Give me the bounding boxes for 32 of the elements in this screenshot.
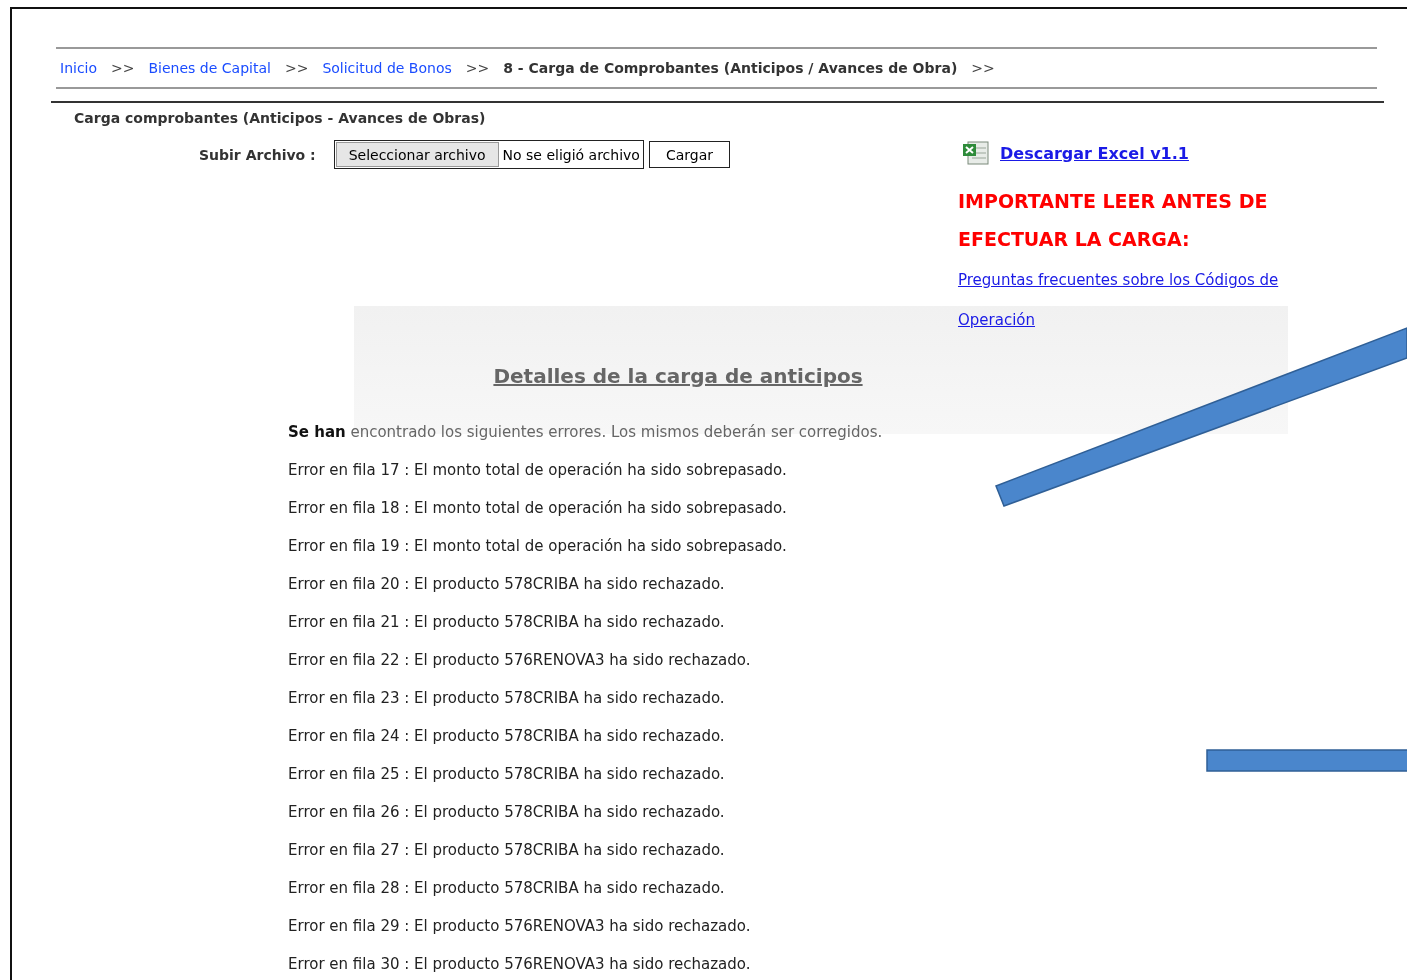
- error-message: Error en fila 19 : El monto total de operación ha sido sobrepasado.: [288, 536, 787, 557]
- error-message: Error en fila 28 : El producto 578CRIBA ha sido rechazado.: [288, 878, 725, 899]
- error-message: Error en fila 20 : El producto 578CRIBA ha sido rechazado.: [288, 574, 725, 595]
- breadcrumb-separator: >>: [971, 60, 995, 76]
- error-message: Error en fila 18 : El monto total de operación ha sido sobrepasado.: [288, 498, 787, 519]
- error-message: Error en fila 27 : El producto 578CRIBA ha sido rechazado.: [288, 840, 725, 861]
- download-link[interactable]: Descargar Excel v1.1: [1000, 143, 1189, 163]
- details-heading: Detalles de la carga de anticipos: [492, 364, 864, 388]
- upload-label: Subir Archivo :: [199, 146, 316, 163]
- error-message: Error en fila 30 : El producto 576RENOVA3 ha sido rechazado.: [288, 954, 751, 975]
- warning-text: IMPORTANTE LEER ANTES DE EFECTUAR LA CARGA:: [958, 189, 1269, 252]
- form-title: Carga comprobantes (Anticipos - Avances de Obras): [74, 110, 487, 126]
- upload-button[interactable]: Cargar: [648, 141, 730, 168]
- error-message: Error en fila 26 : El producto 578CRIBA ha sido rechazado.: [288, 802, 725, 823]
- breadcrumb-link[interactable]: Solicitud de Bonos: [322, 60, 452, 76]
- error-message: Error en fila 24 : El producto 578CRIBA ha sido rechazado.: [288, 726, 725, 747]
- breadcrumb-separator: >>: [284, 60, 309, 76]
- error-message: Error en fila 17 : El monto total de operación ha sido sobrepasado.: [288, 460, 787, 481]
- error-message: Error en fila 23 : El producto 578CRIBA ha sido rechazado.: [288, 688, 725, 709]
- error-message: Error en fila 21 : El producto 578CRIBA ha sido rechazado.: [288, 612, 725, 633]
- breadcrumb-link[interactable]: Bienes de Capital: [148, 60, 271, 76]
- error-message: Error en fila 29 : El producto 576RENOVA3 ha sido rechazado.: [288, 916, 751, 937]
- file-input[interactable]: Seleccionar archivo No se eligió archivo: [333, 140, 644, 169]
- breadcrumb-current: 8 - Carga de Comprobantes (Anticipos / Avances de Obra): [503, 60, 958, 76]
- faq-link[interactable]: Preguntas frecuentes sobre los Códigos de Operación: [958, 260, 1338, 340]
- breadcrumb-link[interactable]: Inicio: [60, 60, 98, 76]
- error-message: Error en fila 25 : El producto 578CRIBA ha sido rechazado.: [288, 764, 725, 785]
- error-message: Error en fila 22 : El producto 576RENOVA3 ha sido rechazado.: [288, 650, 751, 671]
- spreadsheet-icon: [962, 141, 990, 165]
- breadcrumb-separator: >>: [111, 60, 135, 76]
- breadcrumb-separator: >>: [465, 60, 490, 76]
- error-intro: Se han encontrado los siguientes errores. Los mismos deberán ser corregidos.: [288, 423, 884, 441]
